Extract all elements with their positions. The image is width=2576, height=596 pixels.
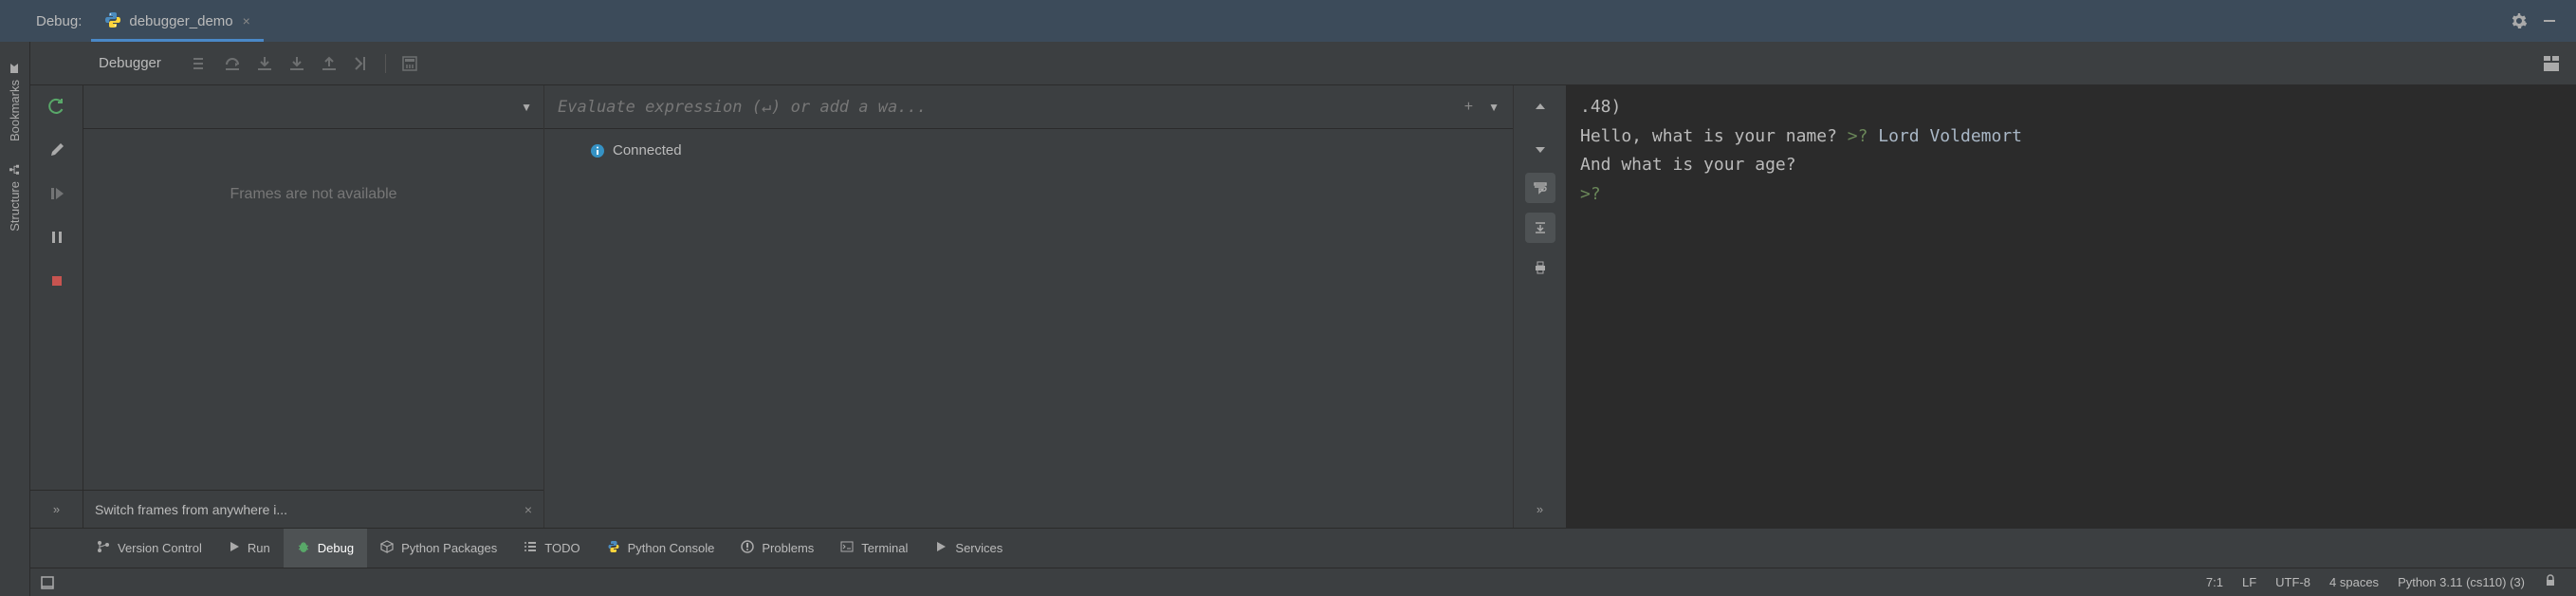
- indent[interactable]: 4 spaces: [2320, 575, 2388, 589]
- tool-tab-terminal[interactable]: Terminal: [827, 529, 921, 568]
- tab-label: debugger_demo: [129, 13, 232, 29]
- tool-window-bar: Version ControlRunDebugPython PackagesTO…: [30, 528, 2576, 568]
- tool-windows-icon[interactable]: [40, 575, 78, 590]
- frames-hint: Switch frames from anywhere i... ×: [83, 490, 543, 528]
- list-icon: [524, 540, 537, 556]
- stop-icon[interactable]: [44, 268, 70, 294]
- close-icon[interactable]: ×: [243, 13, 250, 28]
- services-icon: [934, 540, 948, 556]
- debug-tab[interactable]: debugger_demo ×: [91, 0, 263, 42]
- scroll-up-icon[interactable]: [1525, 93, 1555, 123]
- console-output[interactable]: .48) Hello, what is your name? >? Lord V…: [1567, 85, 2576, 528]
- status-bar: 7:1 LF UTF-8 4 spaces Python 3.11 (cs110…: [30, 568, 2576, 596]
- watch-dropdown[interactable]: ▼: [1488, 101, 1500, 114]
- evaluate-expression-input[interactable]: Evaluate expression (↵) or add a wa...: [558, 98, 1455, 117]
- variables-pane: Evaluate expression (↵) or add a wa... +…: [544, 85, 1514, 528]
- debugger-tab-label[interactable]: Debugger: [83, 55, 176, 71]
- debugger-toolbar: Debugger: [30, 42, 2576, 85]
- frames-pane: ▼ Frames are not available Switch frames…: [83, 85, 544, 528]
- console-pane: » .48) Hello, what is your name? >? Lord…: [1514, 85, 2576, 528]
- minimize-icon[interactable]: [2534, 6, 2565, 36]
- scroll-to-end-icon[interactable]: [1525, 213, 1555, 243]
- modify-run-icon[interactable]: [44, 137, 70, 163]
- packages-icon: [380, 540, 394, 556]
- run-to-cursor-icon[interactable]: [347, 49, 376, 78]
- console-text: Hello, what is your name?: [1580, 126, 1848, 146]
- warning-icon: [741, 540, 754, 556]
- step-into-icon[interactable]: [250, 49, 279, 78]
- branch-icon: [97, 540, 110, 556]
- evaluate-expression-icon[interactable]: [396, 49, 424, 78]
- run-controls: »: [30, 85, 83, 528]
- step-out-icon[interactable]: [315, 49, 343, 78]
- python-icon: [607, 540, 620, 556]
- interpreter[interactable]: Python 3.11 (cs110) (3): [2388, 575, 2534, 589]
- add-watch-icon[interactable]: +: [1464, 99, 1473, 116]
- tool-tab-debug[interactable]: Debug: [284, 529, 367, 568]
- caret-position[interactable]: 7:1: [2197, 575, 2233, 589]
- step-over-icon[interactable]: [218, 49, 247, 78]
- show-execution-point-icon[interactable]: [186, 49, 214, 78]
- terminal-icon: [840, 540, 854, 556]
- python-file-icon: [104, 11, 121, 31]
- play-icon: [229, 541, 240, 555]
- pause-icon[interactable]: [44, 224, 70, 251]
- tool-tab-python-console[interactable]: Python Console: [594, 529, 728, 568]
- tool-tab-services[interactable]: Services: [921, 529, 1016, 568]
- tool-tab-python-packages[interactable]: Python Packages: [367, 529, 510, 568]
- tool-tab-run[interactable]: Run: [215, 529, 284, 568]
- rerun-icon[interactable]: [44, 93, 70, 120]
- bug-icon: [297, 540, 310, 556]
- structure-tool[interactable]: Structure: [8, 164, 22, 232]
- print-icon[interactable]: [1525, 252, 1555, 283]
- tool-tab-version-control[interactable]: Version Control: [83, 529, 215, 568]
- lock-icon[interactable]: [2534, 574, 2567, 590]
- info-icon: [590, 143, 605, 158]
- frames-empty: Frames are not available: [83, 129, 543, 490]
- debug-label: Debug:: [11, 13, 91, 29]
- close-icon[interactable]: ×: [524, 502, 532, 517]
- resume-icon[interactable]: [44, 180, 70, 207]
- step-into-my-code-icon[interactable]: [283, 49, 311, 78]
- tool-tab-todo[interactable]: TODO: [510, 529, 593, 568]
- expand-icon[interactable]: »: [30, 490, 83, 528]
- scroll-down-icon[interactable]: [1525, 133, 1555, 163]
- soft-wrap-icon[interactable]: [1525, 173, 1555, 203]
- tool-tab-problems[interactable]: Problems: [727, 529, 827, 568]
- encoding[interactable]: UTF-8: [2266, 575, 2320, 589]
- thread-dropdown[interactable]: ▼: [521, 101, 532, 114]
- line-ending[interactable]: LF: [2233, 575, 2266, 589]
- gear-icon[interactable]: [2504, 6, 2534, 36]
- layout-settings-icon[interactable]: [2534, 47, 2568, 81]
- debug-header: Debug: debugger_demo ×: [0, 0, 2576, 42]
- bookmarks-tool[interactable]: Bookmarks: [8, 63, 22, 141]
- left-rail: Bookmarks Structure: [0, 42, 30, 596]
- connected-status: Connected: [561, 142, 1496, 158]
- expand-icon[interactable]: »: [1514, 490, 1567, 528]
- console-prompt[interactable]: >?: [1580, 184, 1611, 204]
